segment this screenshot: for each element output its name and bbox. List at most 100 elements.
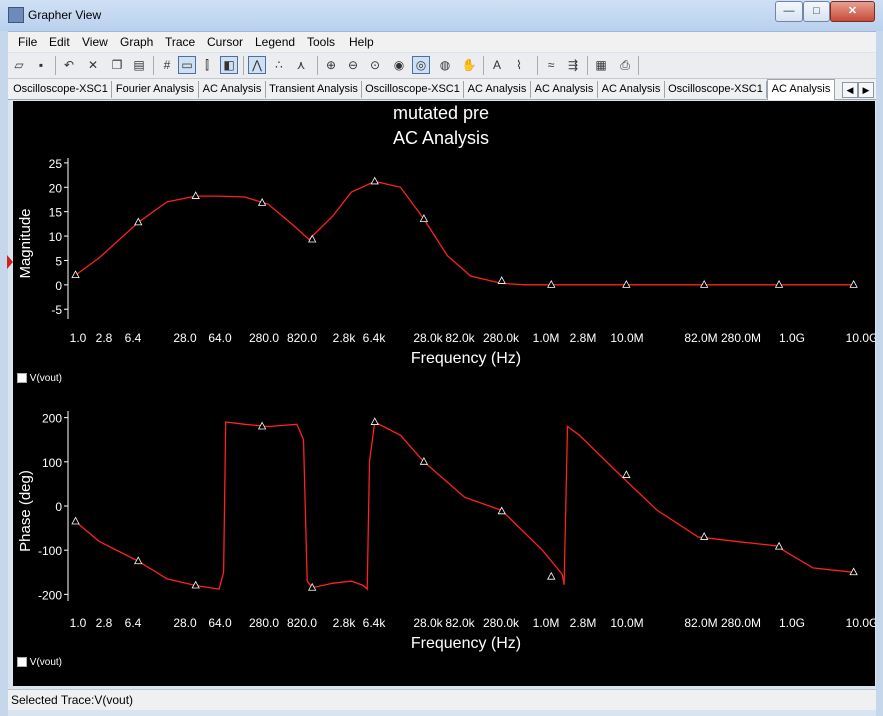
x-tick-label: 1.0M	[533, 331, 560, 345]
x-tick-label: 1.0G	[779, 616, 805, 630]
status-text: Selected Trace:V(vout)	[11, 693, 134, 707]
pan-hand-icon[interactable]: ✋	[460, 56, 478, 74]
menu-cursor[interactable]: Cursor	[207, 35, 243, 49]
y-tick-label: 15	[49, 206, 63, 220]
trace-marker-point	[71, 270, 80, 278]
title-bar: Grapher View — □ ✕	[0, 0, 883, 32]
legend-checkbox[interactable]	[17, 373, 27, 384]
x-tick-label: 280.0M	[721, 331, 761, 345]
tab-ac-analysis-active[interactable]: AC Analysis	[767, 79, 835, 100]
menu-bar: File Edit View Graph Trace Cursor Legend…	[8, 32, 876, 52]
toolbar-separator	[537, 56, 538, 75]
paste-icon[interactable]: ▤	[130, 56, 148, 74]
x-tick-label: 2.8k	[333, 331, 357, 345]
menu-file[interactable]: File	[18, 35, 37, 49]
copy-icon[interactable]: ❐	[108, 56, 126, 74]
menu-trace[interactable]: Trace	[165, 35, 195, 49]
chart-title: mutated pre	[393, 103, 489, 123]
trace-marker-point	[191, 191, 200, 199]
x-axis-label: Frequency (Hz)	[411, 350, 521, 367]
menu-legend[interactable]: Legend	[255, 35, 295, 49]
x-tick-label: 2.8k	[333, 616, 357, 630]
toolbar-separator	[587, 56, 588, 75]
tab-scroll-left-icon[interactable]: ◀	[842, 82, 858, 98]
y-tick-label: 10	[49, 230, 63, 244]
trace-marker-point	[622, 470, 631, 478]
tab-oscilloscope-xsc1[interactable]: Oscilloscope-XSC1	[665, 81, 767, 98]
zoom-fit-icon[interactable]: ◉	[390, 56, 408, 74]
legend-checkbox[interactable]	[17, 657, 27, 668]
zoom-area-icon[interactable]: ⊙	[366, 56, 384, 74]
x-tick-label: 820.0	[287, 616, 317, 630]
zoom-in-icon[interactable]: ⊕	[322, 56, 340, 74]
x-tick-label: 280.0M	[721, 616, 761, 630]
close-button[interactable]: ✕	[830, 1, 875, 22]
menu-help[interactable]: Help	[349, 35, 374, 49]
phase-chart: 200 100 0 -100 -200 1.0 2.8 6.4 28.0 64.0 280.0 820…	[17, 411, 875, 652]
menu-view[interactable]: View	[82, 35, 108, 49]
zoom-out-icon[interactable]: ⊖	[344, 56, 362, 74]
x-tick-label: 280.0	[249, 331, 279, 345]
window-frame-left	[0, 31, 8, 716]
line-plot-icon[interactable]: ⋀	[248, 56, 266, 74]
x-tick-label: 1.0G	[779, 331, 805, 345]
legend-trace-name: V(vout)	[29, 373, 63, 384]
zoom-x-icon[interactable]: ◎	[412, 56, 430, 74]
open-folder-icon[interactable]: ▱	[10, 56, 28, 74]
x-tick-label: 1.0	[70, 616, 87, 630]
graph-area[interactable]: mutated pre AC Analysis 25 20 15 10 5 0 -5 1.0 2…	[13, 101, 875, 686]
tab-oscilloscope-xsc1[interactable]: Oscilloscope-XSC1	[10, 81, 112, 98]
menu-edit[interactable]: Edit	[49, 35, 70, 49]
toolbar-separator	[483, 56, 484, 75]
trace-marker-point	[700, 280, 709, 288]
tab-ac-analysis[interactable]: AC Analysis	[464, 81, 531, 98]
x-tick-label: 28.0	[173, 616, 197, 630]
points-plot-icon[interactable]: ∴	[270, 56, 288, 74]
properties-icon[interactable]: ▦	[592, 56, 610, 74]
label-icon[interactable]: ⌇	[510, 56, 528, 74]
trace-vout-line[interactable]	[75, 420, 854, 591]
tab-ac-analysis[interactable]: AC Analysis	[199, 81, 266, 98]
tab-oscilloscope-xsc1[interactable]: Oscilloscope-XSC1	[362, 81, 464, 98]
y-tick-label: 100	[42, 456, 62, 470]
x-tick-label: 82.0k	[445, 616, 475, 630]
reverse-colors-icon[interactable]: ◧	[220, 56, 238, 74]
cursors-icon[interactable]: ⫿	[198, 56, 216, 74]
menu-graph[interactable]: Graph	[120, 35, 153, 49]
x-tick-label: 82.0k	[445, 331, 475, 345]
lines-points-icon[interactable]: ⋏	[292, 56, 310, 74]
x-tick-label: 6.4k	[363, 616, 387, 630]
tab-ac-analysis[interactable]: AC Analysis	[598, 81, 665, 98]
menu-tools[interactable]: Tools	[307, 35, 335, 49]
zoom-y-icon[interactable]: ◍	[436, 56, 454, 74]
text-icon[interactable]: A	[488, 56, 506, 74]
show-legend-icon[interactable]: ▭	[178, 56, 196, 74]
x-tick-label: 6.4k	[363, 331, 387, 345]
print-icon[interactable]: ⎙	[616, 56, 634, 74]
plot-canvas[interactable]: mutated pre AC Analysis 2520151050-51.0 2…	[13, 101, 875, 686]
tab-scroll-right-icon[interactable]: ▶	[858, 82, 874, 98]
export-icon[interactable]: ⇶	[564, 56, 582, 74]
grid-icon[interactable]: #	[158, 56, 176, 74]
analysis-tab-strip: Oscilloscope-XSC1 Fourier Analysis AC An…	[8, 79, 876, 100]
toolbar-separator	[638, 56, 639, 75]
minimize-button[interactable]: —	[775, 1, 803, 22]
chart-subtitle: AC Analysis	[393, 128, 489, 148]
maximize-button[interactable]: □	[803, 1, 830, 22]
delete-icon[interactable]: ✕	[84, 56, 102, 74]
window-frame-right	[876, 31, 883, 716]
y-tick-label: 20	[49, 181, 63, 195]
tab-ac-analysis[interactable]: AC Analysis	[531, 81, 598, 98]
window-title: Grapher View	[28, 8, 102, 22]
y-tick-label: -200	[38, 588, 62, 602]
undo-icon[interactable]: ↶	[60, 56, 78, 74]
trace-vout-line[interactable]	[75, 180, 854, 286]
trace-marker-point	[849, 280, 858, 288]
x-tick-label: 6.4	[125, 331, 142, 345]
tab-transient-analysis[interactable]: Transient Analysis	[266, 81, 362, 98]
y-tick-label: 25	[49, 157, 63, 171]
save-icon[interactable]: ▪	[32, 56, 50, 74]
overlay-traces-icon[interactable]: ≈	[542, 56, 560, 74]
trace-marker-point	[547, 571, 556, 580]
tab-fourier-analysis[interactable]: Fourier Analysis	[112, 81, 199, 98]
